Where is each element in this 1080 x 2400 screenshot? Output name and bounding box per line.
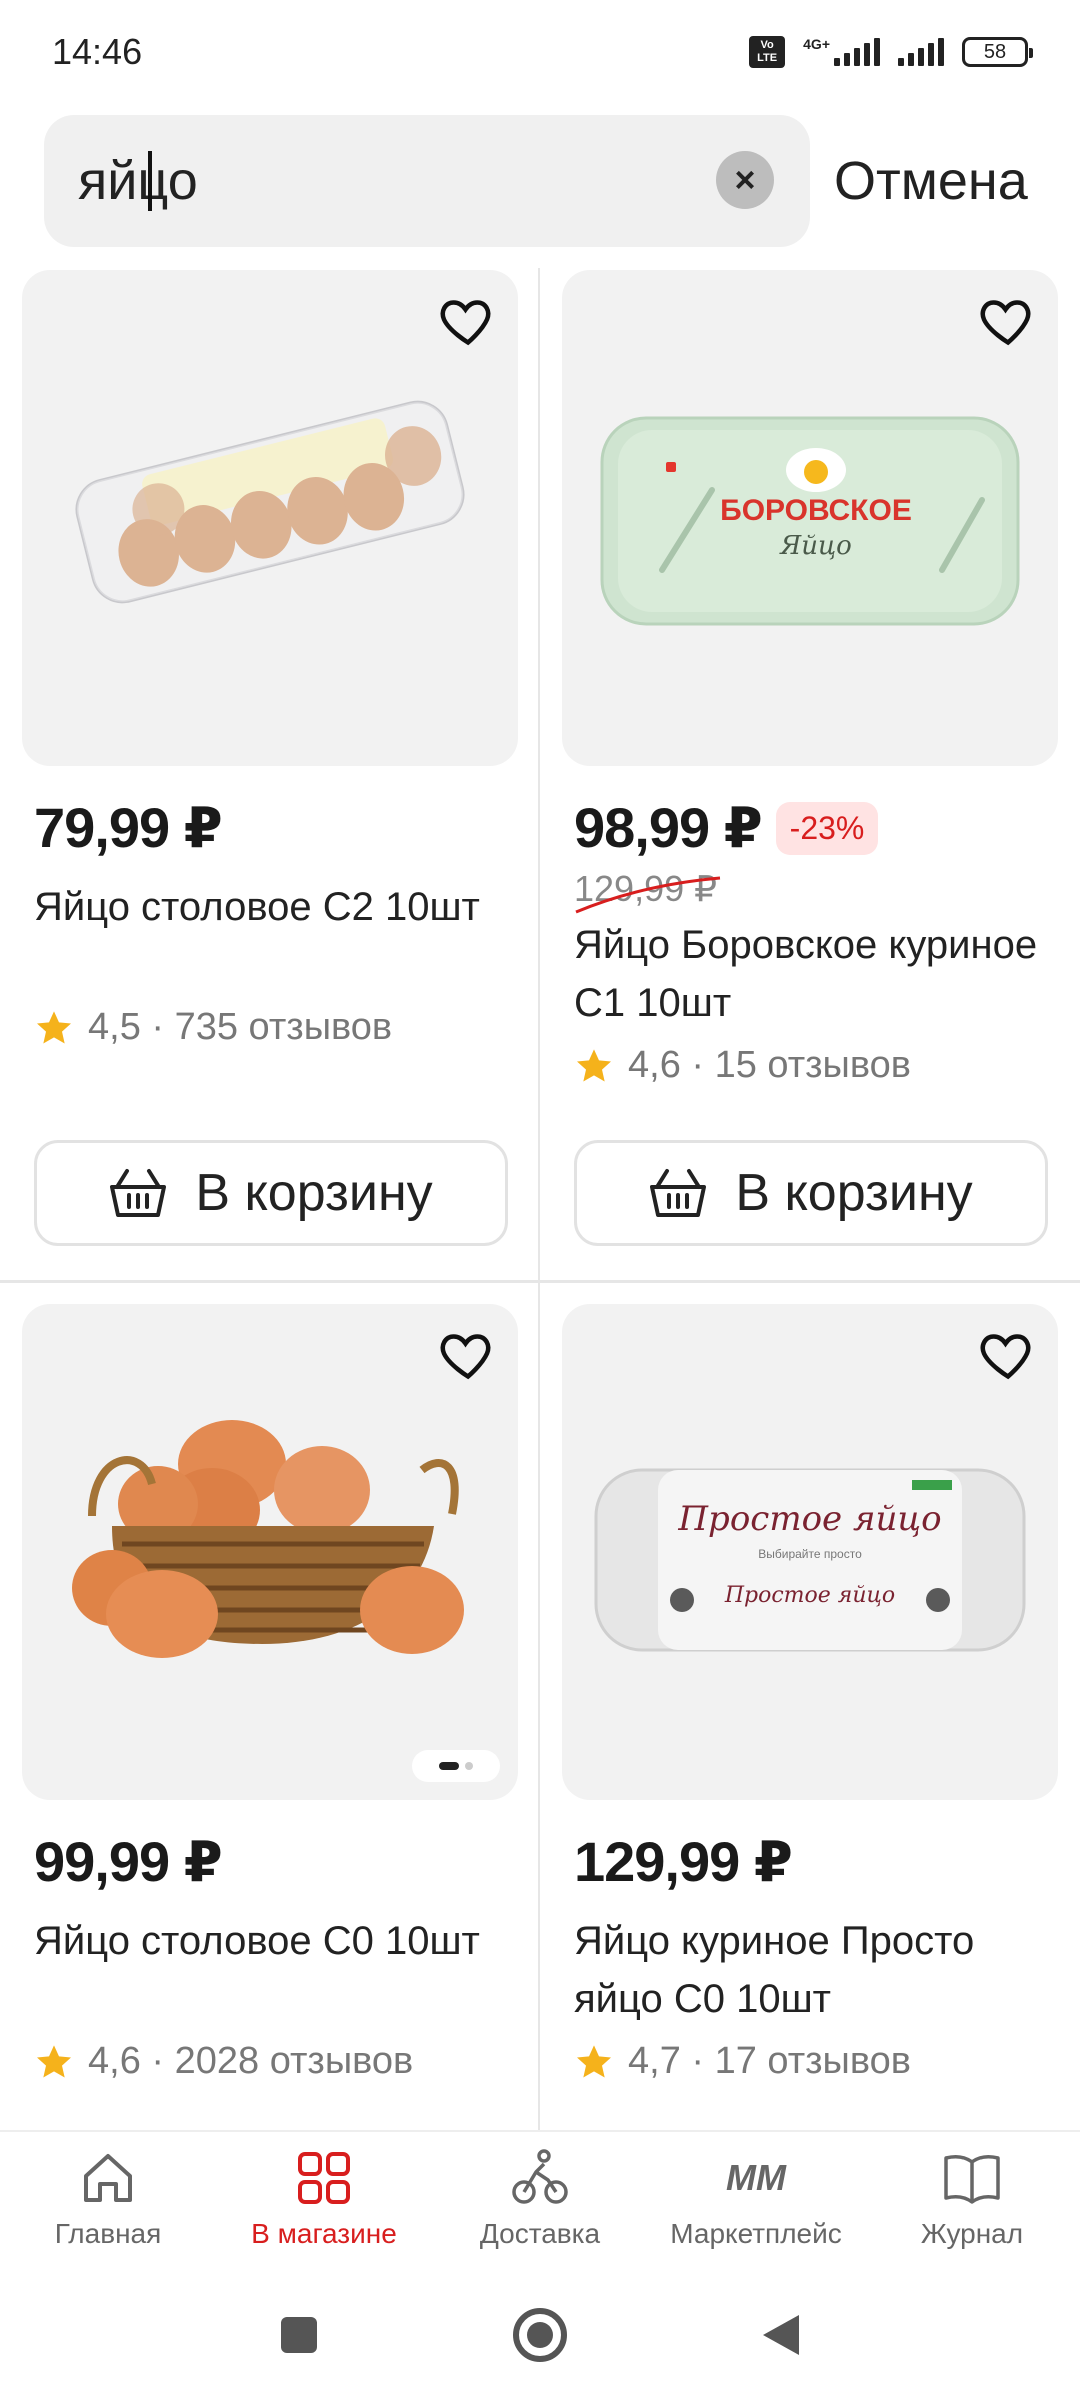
rating-value: 4,6 <box>88 2040 141 2082</box>
image-pager[interactable] <box>412 1750 500 1782</box>
star-icon <box>37 2044 71 2077</box>
product-image[interactable]: Простое яйцо Выбирайте просто Простое яй… <box>562 1304 1058 1800</box>
cart-label: В корзину <box>735 1164 973 1222</box>
heart-icon[interactable] <box>438 1324 498 1384</box>
recents-icon[interactable] <box>277 2313 321 2357</box>
review-count: · 735 отзывов <box>151 1006 393 1048</box>
home-icon <box>84 2154 132 2202</box>
nav-item-home[interactable]: Главная <box>0 2132 216 2270</box>
star-icon <box>37 1010 71 1043</box>
product-image[interactable] <box>22 1304 518 1800</box>
search-input[interactable] <box>78 150 678 212</box>
heart-icon[interactable] <box>978 290 1038 350</box>
add-to-cart-button[interactable]: В корзину <box>574 1140 1048 1246</box>
clear-search-button[interactable]: × <box>716 151 774 209</box>
price-row: 129,99 ₽ <box>574 1830 1062 1894</box>
product-title[interactable]: Яйцо Боровское куриное С1 10шт <box>574 916 1044 1032</box>
rating-value: 4,5 <box>88 1006 141 1048</box>
old-price: 129,99 ₽ <box>574 868 721 914</box>
system-nav <box>0 2270 1080 2400</box>
nav-label: Доставка <box>479 2218 601 2249</box>
rating: 4,7 · 17 отзывов <box>574 2040 1062 2083</box>
price: 79,99 ₽ <box>34 796 223 859</box>
bottom-nav: Главная В магазине Доставка ММ Маркетпле… <box>0 2130 1080 2270</box>
nav-label: Журнал <box>920 2218 1024 2249</box>
star-icon <box>577 1048 611 1081</box>
package-brand-2: Простое яйцо <box>724 1583 895 1608</box>
signal-icon-2 <box>898 38 944 66</box>
rating: 4,6 · 2028 отзывов <box>34 2040 522 2083</box>
rating: 4,6 · 15 отзывов <box>574 1044 1062 1087</box>
nav-label: В магазине <box>251 2218 397 2249</box>
mm-logo-icon: ММ <box>726 2157 787 2198</box>
status-icons: Vo LTE 4G+ 58 <box>749 36 1033 68</box>
rating: 4,5 · 735 отзывов <box>34 1006 522 1049</box>
nav-item-marketplace[interactable]: ММ Маркетплейс <box>648 2132 864 2270</box>
product-card[interactable]: 99,99 ₽ Яйцо столовое С0 10шт 4,6 · 2028… <box>22 1304 522 2083</box>
grid-divider-vertical <box>538 268 540 2130</box>
product-title[interactable]: Яйцо столовое С0 10шт <box>34 1912 504 2028</box>
home-system-icon[interactable] <box>511 2306 569 2364</box>
nav-label: Главная <box>54 2218 162 2249</box>
add-to-cart-button[interactable]: В корзину <box>34 1140 508 1246</box>
search-box[interactable]: × <box>44 115 810 247</box>
review-count: · 15 отзывов <box>691 1044 911 1086</box>
heart-icon[interactable] <box>438 290 498 350</box>
battery-icon: 58 <box>962 37 1033 67</box>
price-row: 98,99 ₽ -23% <box>574 796 1062 860</box>
discount-badge: -23% <box>775 801 879 855</box>
product-title[interactable]: Яйцо куриное Просто яйцо С0 10шт <box>574 1912 1044 2028</box>
grid-icon <box>298 2152 350 2204</box>
mm-logo-text: ММ <box>726 2157 787 2198</box>
price: 129,99 ₽ <box>574 1830 793 1893</box>
search-row: × Отмена <box>0 114 1080 248</box>
package-tagline: Выбирайте просто <box>758 1547 862 1561</box>
review-count: · 17 отзывов <box>691 2040 911 2082</box>
courier-icon <box>512 2149 568 2204</box>
nav-item-in-store[interactable]: В магазине <box>216 2132 432 2270</box>
review-count: · 2028 отзывов <box>151 2040 414 2082</box>
product-image[interactable]: БОРОВСКОЕ Яйцо <box>562 270 1058 766</box>
product-grid: 79,99 ₽ Яйцо столовое С2 10шт 4,5 · 735 … <box>0 268 1080 2130</box>
price: 99,99 ₽ <box>34 1830 223 1893</box>
price-row: 79,99 ₽ <box>34 796 522 860</box>
rating-value: 4,6 <box>628 1044 681 1086</box>
star-icon <box>577 2044 611 2077</box>
price-row: 99,99 ₽ <box>34 1830 522 1894</box>
heart-icon[interactable] <box>978 1324 1038 1384</box>
package-brand: Простое яйцо <box>677 1499 941 1539</box>
text-cursor <box>148 151 152 211</box>
cancel-button[interactable]: Отмена <box>834 150 1028 212</box>
network-type: 4G+ <box>803 36 830 52</box>
signal-icon <box>834 38 880 66</box>
nav-label: Маркетплейс <box>670 2218 842 2249</box>
nav-item-journal[interactable]: Журнал <box>864 2132 1080 2270</box>
status-time: 14:46 <box>52 31 143 72</box>
volte-icon: Vo LTE <box>749 36 786 68</box>
package-sub: Яйцо <box>779 531 852 561</box>
product-card[interactable]: Простое яйцо Выбирайте просто Простое яй… <box>562 1304 1062 2083</box>
product-card[interactable]: 79,99 ₽ Яйцо столовое С2 10шт 4,5 · 735 … <box>22 270 522 1246</box>
price: 98,99 ₽ <box>574 796 763 859</box>
product-card[interactable]: БОРОВСКОЕ Яйцо 98,99 ₽ -23% 129,99 ₽ Яйц… <box>562 270 1062 1246</box>
back-icon[interactable] <box>759 2311 803 2359</box>
basket-icon <box>650 1169 707 1217</box>
nav-item-delivery[interactable]: Доставка <box>432 2132 648 2270</box>
rating-value: 4,7 <box>628 2040 681 2082</box>
grid-divider-horizontal <box>0 1280 1080 1283</box>
cart-label: В корзину <box>195 1164 433 1222</box>
strikethrough <box>575 876 721 914</box>
package-brand: БОРОВСКОЕ <box>720 494 912 527</box>
basket-icon <box>110 1169 167 1217</box>
product-title[interactable]: Яйцо столовое С2 10шт <box>34 878 504 994</box>
book-icon <box>944 2155 1000 2204</box>
product-image[interactable] <box>22 270 518 766</box>
close-icon: × <box>734 159 756 200</box>
status-bar: 14:46 Vo LTE 4G+ 58 <box>0 0 1080 104</box>
